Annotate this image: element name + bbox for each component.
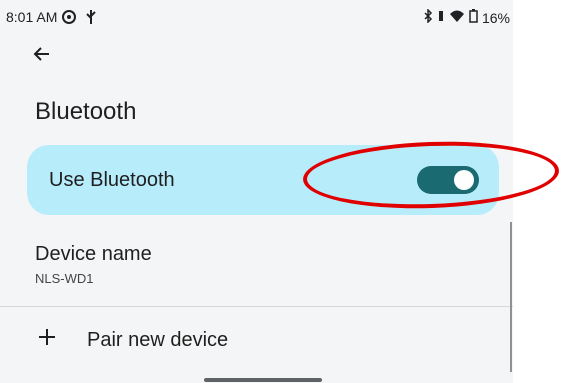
device-name-title: Device name [35,243,152,265]
navigation-handle[interactable] [204,378,322,382]
vibrate-icon [437,9,445,26]
bluetooth-icon [423,8,433,26]
back-button[interactable] [30,44,54,68]
bluetooth-switch[interactable] [417,166,479,194]
use-bluetooth-label: Use Bluetooth [49,169,175,191]
device-name-row[interactable]: Device name NLS-WD1 [0,225,513,305]
use-bluetooth-row[interactable]: Use Bluetooth [27,145,499,215]
battery-percent: 16% [481,9,510,26]
status-time: 8:01 AM [6,9,58,25]
battery-icon [469,9,478,26]
back-arrow-icon [33,45,51,68]
status-bar: 8:01 AM 16% [0,0,513,34]
page-title: Bluetooth [35,98,137,125]
wifi-icon [449,9,465,26]
settings-icon [61,9,77,28]
device-name-value: NLS-WD1 [35,271,94,286]
pair-new-device-label: Pair new device [87,329,229,351]
switch-thumb [454,170,474,190]
plus-icon [36,326,58,348]
settings-screen: 8:01 AM 16% Bluetooth Use Bluetooth Devi… [0,0,513,383]
scrollbar[interactable] [510,222,512,372]
pair-new-device-row[interactable]: Pair new device [0,312,513,370]
status-icons: 16% [423,8,510,26]
divider [0,306,513,307]
usb-icon [84,9,98,28]
